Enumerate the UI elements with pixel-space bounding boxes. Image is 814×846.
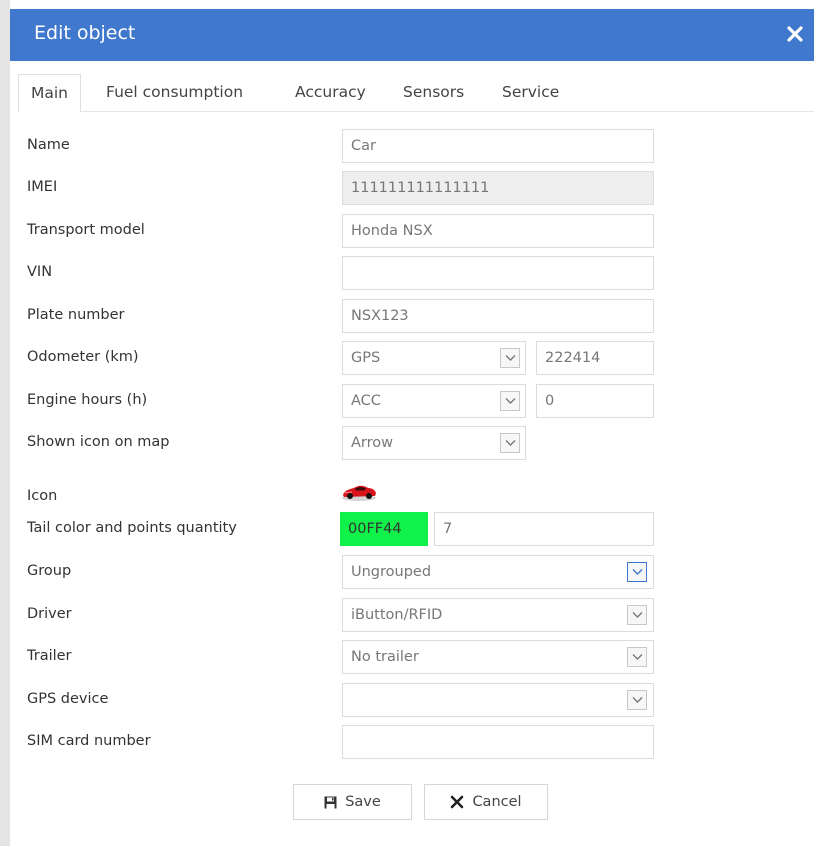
- edit-object-dialog: Edit object Main Fuel consumption Accura…: [10, 9, 814, 846]
- imei-label: IMEI: [27, 179, 58, 195]
- transport-model-input[interactable]: Honda NSX: [342, 214, 654, 248]
- chevron-down-icon[interactable]: [500, 433, 520, 453]
- odometer-value-input[interactable]: 222414: [536, 341, 654, 375]
- tab-accuracy[interactable]: Accuracy: [295, 74, 366, 112]
- cancel-button[interactable]: Cancel: [424, 784, 548, 820]
- sim-card-label: SIM card number: [27, 733, 151, 749]
- transport-model-row: Transport model Honda NSX: [10, 214, 814, 248]
- tab-service[interactable]: Service: [502, 74, 559, 112]
- driver-select[interactable]: iButton/RFID: [342, 598, 654, 632]
- trailer-label: Trailer: [27, 648, 72, 664]
- plate-number-row: Plate number NSX123: [10, 299, 814, 333]
- shown-icon-label: Shown icon on map: [27, 434, 170, 450]
- tab-main[interactable]: Main: [18, 74, 82, 113]
- engine-hours-source-value: ACC: [351, 393, 381, 409]
- save-button[interactable]: Save: [293, 784, 412, 820]
- dialog-title: Edit object: [34, 22, 136, 44]
- icon-label: Icon: [27, 488, 58, 504]
- tab-fuel-consumption[interactable]: Fuel consumption: [106, 74, 243, 112]
- tail-label: Tail color and points quantity: [27, 520, 237, 536]
- driver-value: iButton/RFID: [351, 607, 443, 623]
- plate-number-label: Plate number: [27, 307, 125, 323]
- engine-hours-label: Engine hours (h): [27, 392, 148, 408]
- group-select[interactable]: Ungrouped: [342, 555, 654, 589]
- cancel-label: Cancel: [472, 794, 522, 810]
- group-value: Ungrouped: [351, 564, 432, 580]
- icon-row: Icon: [10, 480, 814, 514]
- close-icon: [451, 795, 464, 809]
- name-label: Name: [27, 137, 70, 153]
- odometer-source-value: GPS: [351, 350, 381, 366]
- save-label: Save: [345, 794, 381, 810]
- chevron-down-icon[interactable]: [500, 391, 520, 411]
- tab-bar: Main Fuel consumption Accuracy Sensors S…: [18, 74, 814, 113]
- odometer-source-select[interactable]: GPS: [342, 341, 526, 375]
- close-icon[interactable]: [784, 21, 806, 47]
- imei-input: 111111111111111: [342, 171, 654, 205]
- odometer-label: Odometer (km): [27, 349, 139, 365]
- vin-input[interactable]: [342, 256, 654, 290]
- engine-hours-source-select[interactable]: ACC: [342, 384, 526, 418]
- name-row: Name Car: [10, 129, 814, 163]
- trailer-row: Trailer No trailer: [10, 640, 814, 674]
- tail-color-picker[interactable]: 00FF44: [340, 512, 428, 546]
- name-input[interactable]: Car: [342, 129, 654, 163]
- chevron-down-icon[interactable]: [500, 348, 520, 368]
- tail-row: Tail color and points quantity 00FF44 7: [10, 512, 814, 546]
- tab-sensors[interactable]: Sensors: [403, 74, 464, 112]
- trailer-value: No trailer: [351, 649, 419, 665]
- odometer-row: Odometer (km) GPS 222414: [10, 341, 814, 375]
- floppy-disk-icon: [324, 796, 337, 808]
- chevron-down-icon[interactable]: [627, 605, 647, 625]
- red-sports-car-icon[interactable]: [340, 483, 378, 503]
- gps-device-label: GPS device: [27, 691, 109, 707]
- group-row: Group Ungrouped: [10, 555, 814, 589]
- vin-row: VIN: [10, 256, 814, 290]
- background-strip: [0, 0, 10, 846]
- plate-number-input[interactable]: NSX123: [342, 299, 654, 333]
- shown-icon-select[interactable]: Arrow: [342, 426, 526, 460]
- group-label: Group: [27, 563, 72, 579]
- chevron-down-icon[interactable]: [627, 690, 647, 710]
- shown-icon-value: Arrow: [351, 435, 393, 451]
- chevron-down-icon[interactable]: [627, 562, 647, 582]
- trailer-select[interactable]: No trailer: [342, 640, 654, 674]
- tail-points-input[interactable]: 7: [434, 512, 654, 546]
- sim-card-row: SIM card number: [10, 725, 814, 759]
- driver-row: Driver iButton/RFID: [10, 598, 814, 632]
- imei-row: IMEI 111111111111111: [10, 171, 814, 205]
- chevron-down-icon[interactable]: [627, 647, 647, 667]
- shown-icon-row: Shown icon on map Arrow: [10, 426, 814, 460]
- sim-card-input[interactable]: [342, 725, 654, 759]
- gps-device-select[interactable]: [342, 683, 654, 717]
- engine-hours-value-input[interactable]: 0: [536, 384, 654, 418]
- transport-model-label: Transport model: [27, 222, 145, 238]
- driver-label: Driver: [27, 606, 72, 622]
- gps-device-row: GPS device: [10, 683, 814, 717]
- vin-label: VIN: [27, 264, 53, 280]
- dialog-titlebar: Edit object: [10, 9, 814, 61]
- engine-hours-row: Engine hours (h) ACC 0: [10, 384, 814, 418]
